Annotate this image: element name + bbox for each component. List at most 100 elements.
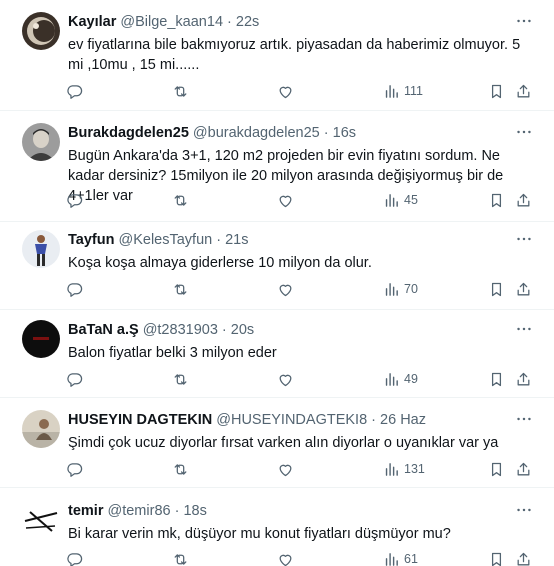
tweet-text: ev fiyatlarına bile bakmıyoruz artık. pi… (68, 37, 521, 73)
more-icon[interactable] (514, 12, 534, 30)
share-icon[interactable] (515, 369, 532, 389)
views-button[interactable]: 131 (383, 459, 425, 479)
reply-icon[interactable] (66, 549, 83, 566)
action-bar: 131 (0, 459, 554, 479)
avatar[interactable] (22, 123, 60, 161)
reply-icon[interactable] (66, 459, 83, 479)
more-icon[interactable] (514, 123, 534, 141)
views-button[interactable]: 111 (383, 81, 423, 101)
tweet[interactable]: Burakdagdelen25 @burakdagdelen25 · 16s B… (0, 119, 554, 222)
tweet-header: HUSEYIN DAGTEKIN @HUSEYINDAGTEKI8 · 26 H… (68, 411, 514, 429)
views-count: 131 (404, 462, 425, 476)
more-icon[interactable] (514, 410, 534, 428)
avatar[interactable] (22, 230, 60, 268)
display-name[interactable]: BaTaN a.Ş (68, 322, 139, 338)
tweet[interactable]: HUSEYIN DAGTEKIN @HUSEYINDAGTEKI8 · 26 H… (0, 406, 554, 488)
views-count: 70 (404, 282, 418, 296)
like-icon[interactable] (277, 459, 294, 479)
share-icon[interactable] (515, 190, 532, 210)
tweet-text: Şimdi çok ucuz diyorlar fırsat varken al… (68, 435, 499, 451)
separator-dot: · (216, 232, 222, 248)
retweet-icon[interactable] (172, 81, 189, 101)
tweet-text: Balon fiyatlar belki 3 milyon eder (68, 345, 277, 361)
display-name[interactable]: Burakdagdelen25 (68, 125, 189, 141)
user-handle[interactable]: @burakdagdelen25 (193, 125, 320, 141)
display-name[interactable]: temir (68, 503, 103, 519)
reply-icon[interactable] (66, 279, 83, 299)
display-name[interactable]: Tayfun (68, 232, 114, 248)
share-icon[interactable] (515, 279, 532, 299)
reply-icon[interactable] (66, 190, 83, 210)
more-icon[interactable] (514, 320, 534, 338)
tweet-feed: Kayılar @Bilge_kaan14 · 22s ev fiyatları… (0, 0, 554, 566)
more-icon[interactable] (514, 230, 534, 248)
views-count: 61 (404, 552, 418, 566)
views-button[interactable]: 70 (383, 279, 418, 299)
more-icon[interactable] (514, 501, 534, 519)
avatar[interactable] (22, 320, 60, 358)
tweet-header: Kayılar @Bilge_kaan14 · 22s (68, 13, 514, 31)
views-count: 49 (404, 372, 418, 386)
retweet-icon[interactable] (172, 459, 189, 479)
avatar[interactable] (22, 501, 60, 539)
bookmark-icon[interactable] (488, 369, 505, 389)
user-handle[interactable]: @t2831903 (143, 322, 218, 338)
views-count: 45 (404, 193, 418, 207)
user-handle[interactable]: @Bilge_kaan14 (120, 14, 223, 30)
views-icon (385, 193, 398, 207)
timestamp[interactable]: 18s (183, 503, 206, 519)
bookmark-icon[interactable] (488, 549, 505, 566)
timestamp[interactable]: 21s (225, 232, 248, 248)
share-icon[interactable] (515, 81, 532, 101)
retweet-icon[interactable] (172, 190, 189, 210)
tweet[interactable]: BaTaN a.Ş @t2831903 · 20s Balon fiyatlar… (0, 316, 554, 398)
bookmark-icon[interactable] (488, 190, 505, 210)
tweet-header: Tayfun @KelesTayfun · 21s (68, 231, 514, 249)
reply-icon[interactable] (66, 81, 83, 101)
views-icon (385, 372, 398, 386)
like-icon[interactable] (277, 190, 294, 210)
tweet-text: Bi karar verin mk, düşüyor mu konut fiya… (68, 526, 451, 542)
user-handle[interactable]: @HUSEYINDAGTEKI8 (216, 412, 367, 428)
timestamp[interactable]: 20s (231, 322, 254, 338)
views-button[interactable]: 45 (383, 190, 418, 210)
reply-icon[interactable] (66, 369, 83, 389)
bookmark-icon[interactable] (488, 81, 505, 101)
separator-dot: · (227, 14, 232, 30)
user-handle[interactable]: @temir86 (108, 503, 171, 519)
tweet-header: Burakdagdelen25 @burakdagdelen25 · 16s (68, 124, 514, 142)
user-handle[interactable]: @KelesTayfun (118, 232, 212, 248)
avatar[interactable] (22, 410, 60, 448)
timestamp[interactable]: 26 Haz (380, 412, 426, 428)
tweet[interactable]: Tayfun @KelesTayfun · 21s Koşa koşa alma… (0, 226, 554, 310)
action-bar: 45 (0, 190, 554, 210)
display-name[interactable]: Kayılar (68, 14, 116, 30)
tweet[interactable]: temir @temir86 · 18s Bi karar verin mk, … (0, 497, 554, 566)
avatar[interactable] (22, 12, 60, 50)
retweet-icon[interactable] (172, 549, 189, 566)
views-count: 111 (404, 84, 424, 98)
share-icon[interactable] (515, 459, 532, 479)
tweet[interactable]: Kayılar @Bilge_kaan14 · 22s ev fiyatları… (0, 8, 554, 111)
tweet-header: BaTaN a.Ş @t2831903 · 20s (68, 321, 514, 339)
views-button[interactable]: 49 (383, 369, 418, 389)
bookmark-icon[interactable] (488, 279, 505, 299)
like-icon[interactable] (277, 549, 294, 566)
tweet-header: temir @temir86 · 18s (68, 502, 514, 520)
views-icon (385, 552, 398, 566)
like-icon[interactable] (277, 81, 294, 101)
timestamp[interactable]: 16s (333, 125, 356, 141)
views-icon (385, 282, 398, 296)
like-icon[interactable] (277, 279, 294, 299)
timestamp[interactable]: 22s (236, 14, 259, 30)
display-name[interactable]: HUSEYIN DAGTEKIN (68, 412, 212, 428)
share-icon[interactable] (515, 549, 532, 566)
action-bar: 49 (0, 369, 554, 389)
separator-dot: · (174, 503, 180, 519)
like-icon[interactable] (277, 369, 294, 389)
retweet-icon[interactable] (172, 369, 189, 389)
bookmark-icon[interactable] (488, 459, 505, 479)
retweet-icon[interactable] (172, 279, 189, 299)
action-bar: 111 (0, 81, 554, 101)
views-button[interactable]: 61 (383, 549, 418, 566)
